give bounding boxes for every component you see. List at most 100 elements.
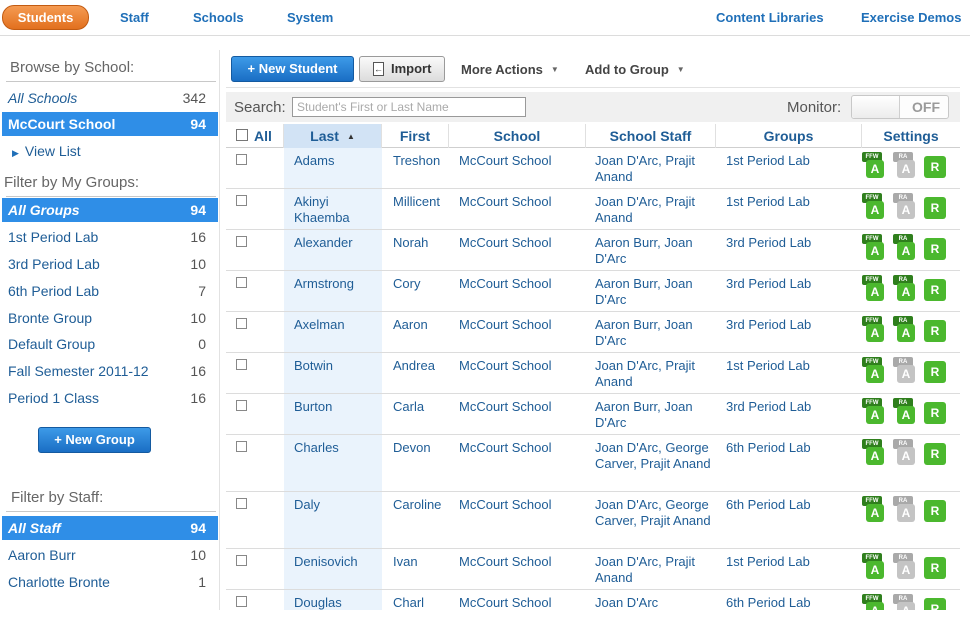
ra-badge[interactable]: RAA: [893, 594, 915, 610]
ra-badge[interactable]: RAA: [893, 496, 915, 522]
cell-last-name[interactable]: Burton: [294, 399, 379, 415]
ra-badge[interactable]: RAA: [893, 316, 915, 342]
reports-badge[interactable]: R: [924, 238, 946, 260]
ra-badge[interactable]: RAA: [893, 193, 915, 219]
reports-badge[interactable]: R: [924, 443, 946, 465]
more-actions-dropdown[interactable]: More Actions ▼: [461, 62, 559, 77]
group-filter-item[interactable]: 1st Period Lab 16: [2, 225, 218, 249]
row-checkbox[interactable]: [236, 154, 247, 165]
cell-last-name[interactable]: Douglas: [294, 595, 379, 610]
row-checkbox[interactable]: [236, 277, 247, 288]
staff-filter-all[interactable]: All Staff 94: [2, 516, 218, 540]
table-row[interactable]: Douglas Charl McCourt School Joan D'Arc 6th …: [226, 590, 960, 610]
ffw-badge[interactable]: FFWA: [862, 193, 884, 219]
row-checkbox[interactable]: [236, 236, 247, 247]
column-header-school[interactable]: School: [449, 124, 586, 148]
staff-filter-item[interactable]: Aaron Burr 10: [2, 543, 218, 567]
import-button[interactable]: ← Import: [359, 56, 445, 82]
ffw-badge[interactable]: FFWA: [862, 398, 884, 424]
row-checkbox[interactable]: [236, 400, 247, 411]
reports-badge[interactable]: R: [924, 197, 946, 219]
nav-link-exercise-demos[interactable]: Exercise Demos: [861, 10, 961, 25]
ffw-badge[interactable]: FFWA: [862, 316, 884, 342]
cell-last-name[interactable]: Akinyi Khaemba: [294, 194, 379, 226]
ra-badge[interactable]: RAA: [893, 439, 915, 465]
table-row[interactable]: Denisovich Ivan McCourt School Joan D'Arc, …: [226, 549, 960, 590]
ffw-badge[interactable]: FFWA: [862, 594, 884, 610]
column-header-last[interactable]: Last ▲: [284, 124, 382, 148]
ra-badge[interactable]: RAA: [893, 398, 915, 424]
nav-tab-students[interactable]: Students: [2, 5, 89, 30]
ra-badge[interactable]: RAA: [893, 234, 915, 260]
group-filter-all[interactable]: All Groups 94: [2, 198, 218, 222]
nav-tab-staff[interactable]: Staff: [120, 10, 149, 25]
view-list-link[interactable]: ▶ View List: [12, 143, 81, 159]
table-row[interactable]: Botwin Andrea McCourt School Joan D'Arc, Pr…: [226, 353, 960, 394]
column-header-first[interactable]: First: [382, 124, 449, 148]
row-checkbox[interactable]: [236, 318, 247, 329]
ra-badge[interactable]: RAA: [893, 152, 915, 178]
column-header-groups[interactable]: Groups: [716, 124, 862, 148]
school-filter-mccourt[interactable]: McCourt School 94: [2, 112, 218, 136]
ffw-badge[interactable]: FFWA: [862, 275, 884, 301]
reports-badge[interactable]: R: [924, 320, 946, 342]
ffw-badge[interactable]: FFWA: [862, 234, 884, 260]
reports-badge[interactable]: R: [924, 156, 946, 178]
row-checkbox[interactable]: [236, 195, 247, 206]
ra-badge[interactable]: RAA: [893, 553, 915, 579]
table-row[interactable]: Burton Carla McCourt School Aaron Burr, Joa…: [226, 394, 960, 435]
staff-filter-item[interactable]: Charlotte Bronte 1: [2, 570, 218, 594]
select-all-header[interactable]: All: [226, 124, 284, 148]
row-checkbox[interactable]: [236, 596, 247, 607]
reports-badge[interactable]: R: [924, 557, 946, 579]
table-row[interactable]: Adams Treshon McCourt School Joan D'Arc, Pr…: [226, 148, 960, 189]
new-group-button[interactable]: + New Group: [38, 427, 151, 453]
ffw-badge[interactable]: FFWA: [862, 496, 884, 522]
row-checkbox[interactable]: [236, 498, 247, 509]
ffw-badge[interactable]: FFWA: [862, 152, 884, 178]
table-row[interactable]: Alexander Norah McCourt School Aaron Burr, …: [226, 230, 960, 271]
cell-last-name[interactable]: Armstrong: [294, 276, 379, 292]
ffw-badge[interactable]: FFWA: [862, 553, 884, 579]
cell-last-name[interactable]: Botwin: [294, 358, 379, 374]
reports-badge[interactable]: R: [924, 598, 946, 610]
ffw-badge[interactable]: FFWA: [862, 357, 884, 383]
add-to-group-dropdown[interactable]: Add to Group ▼: [585, 62, 685, 77]
table-row[interactable]: Daly Caroline McCourt School Joan D'Arc, Ge…: [226, 492, 960, 549]
table-row[interactable]: Akinyi Khaemba Millicent McCourt School Joa…: [226, 189, 960, 230]
table-row[interactable]: Charles Devon McCourt School Joan D'Arc, Ge…: [226, 435, 960, 492]
table-row[interactable]: Armstrong Cory McCourt School Aaron Burr, J…: [226, 271, 960, 312]
school-filter-all[interactable]: All Schools 342: [2, 86, 218, 110]
reports-badge[interactable]: R: [924, 361, 946, 383]
cell-last-name[interactable]: Charles: [294, 440, 379, 456]
nav-link-content-libraries[interactable]: Content Libraries: [716, 10, 824, 25]
group-filter-item[interactable]: Period 1 Class 16: [2, 386, 218, 410]
student-search-input[interactable]: [292, 97, 526, 117]
monitor-toggle[interactable]: OFF: [851, 95, 949, 119]
cell-last-name[interactable]: Daly: [294, 497, 379, 513]
nav-tab-system[interactable]: System: [287, 10, 333, 25]
ra-badge[interactable]: RAA: [893, 357, 915, 383]
table-row[interactable]: Axelman Aaron McCourt School Aaron Burr, Jo…: [226, 312, 960, 353]
row-checkbox[interactable]: [236, 359, 247, 370]
cell-last-name[interactable]: Adams: [294, 153, 379, 169]
group-filter-item[interactable]: Fall Semester 2011-12 16: [2, 359, 218, 383]
group-filter-item[interactable]: 6th Period Lab 7: [2, 279, 218, 303]
cell-last-name[interactable]: Alexander: [294, 235, 379, 251]
select-all-checkbox[interactable]: [236, 129, 248, 141]
ra-badge[interactable]: RAA: [893, 275, 915, 301]
group-filter-item[interactable]: Bronte Group 10: [2, 306, 218, 330]
column-header-school-staff[interactable]: School Staff: [586, 124, 716, 148]
reports-badge[interactable]: R: [924, 279, 946, 301]
group-filter-item[interactable]: Default Group 0: [2, 332, 218, 356]
reports-badge[interactable]: R: [924, 500, 946, 522]
cell-last-name[interactable]: Denisovich: [294, 554, 379, 570]
ffw-badge[interactable]: FFWA: [862, 439, 884, 465]
nav-tab-schools[interactable]: Schools: [193, 10, 244, 25]
cell-last-name[interactable]: Axelman: [294, 317, 379, 333]
group-filter-item[interactable]: 3rd Period Lab 10: [2, 252, 218, 276]
new-student-button[interactable]: + New Student: [231, 56, 354, 82]
reports-badge[interactable]: R: [924, 402, 946, 424]
row-checkbox[interactable]: [236, 441, 247, 452]
row-checkbox[interactable]: [236, 555, 247, 566]
